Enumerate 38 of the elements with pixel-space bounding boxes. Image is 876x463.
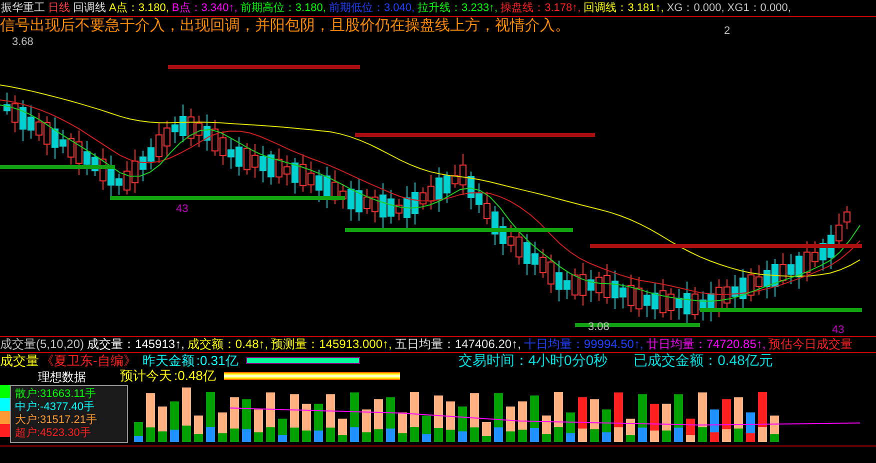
mark-label: 43 bbox=[176, 203, 188, 215]
trade-time: 交易时间：4小时0分0秒 bbox=[458, 351, 608, 370]
volume-value: 五日均量：147406.20↑, bbox=[394, 338, 521, 351]
indicator-name: 成交量 bbox=[0, 352, 39, 370]
volume-value: 预估今日成交量 bbox=[768, 338, 853, 351]
volume-value: 十日均量：99994.50↑, bbox=[524, 338, 644, 351]
legend-item: 中户:-4377.40手 bbox=[15, 401, 96, 414]
header-value: XG1：0.000, bbox=[727, 1, 791, 15]
header-value: 回调线 bbox=[73, 1, 106, 15]
header-value: 前期高位：3.180, bbox=[240, 1, 326, 15]
signal-count-label: 2 bbox=[724, 24, 730, 39]
yesterday-label: 昨天金额 bbox=[142, 352, 194, 369]
header-value: 拉升线：3.233↑, bbox=[418, 1, 498, 15]
today-value: :0.48亿 bbox=[174, 367, 216, 385]
header-value: 回调线：3.181↑, bbox=[584, 1, 664, 15]
today-label: 预计今天 bbox=[120, 366, 172, 385]
header-value: 前期低位：3.040, bbox=[328, 1, 415, 15]
header-value: 操盘线：3.178↑, bbox=[500, 1, 581, 15]
header-value: XG：0.000, bbox=[666, 1, 724, 15]
traded-amount: 已成交金额：0.48亿元 bbox=[634, 351, 773, 370]
legend-item: 散户:31663.11手 bbox=[15, 388, 98, 400]
header-value: 日线 bbox=[48, 1, 70, 15]
volume-value: 成交额：0.48↑, bbox=[187, 338, 268, 351]
header-value: B点：3.340↑, bbox=[172, 1, 238, 15]
legend-item: 超户:4523.30手 bbox=[15, 427, 92, 440]
mark-label: 43 bbox=[832, 323, 844, 338]
header-value: A点：3.180, bbox=[109, 1, 169, 15]
volume-value: 廿日均量：74720.85↑, bbox=[646, 338, 766, 351]
header-value: 振华重工 bbox=[1, 1, 45, 15]
legend-title: 理想数据 bbox=[38, 370, 86, 384]
volume-value: 成交量：145913↑, bbox=[87, 338, 184, 351]
price-high-label: 3.68 bbox=[12, 36, 34, 48]
signal-text: 信号出现后不要急于介入，出现回调，并阳包阴，且股价仍在操盘线上方，视情介入。 bbox=[0, 16, 570, 36]
yesterday-value: :0.31亿 bbox=[196, 352, 238, 370]
volume-value: 成交量(5,10,20) bbox=[0, 338, 84, 351]
volume-value: 预测量：145913.000↑, bbox=[271, 338, 392, 351]
indicator-formula: 《夏卫东-自编》 bbox=[41, 352, 136, 369]
legend-item: 大户:31517.21手 bbox=[15, 414, 98, 426]
